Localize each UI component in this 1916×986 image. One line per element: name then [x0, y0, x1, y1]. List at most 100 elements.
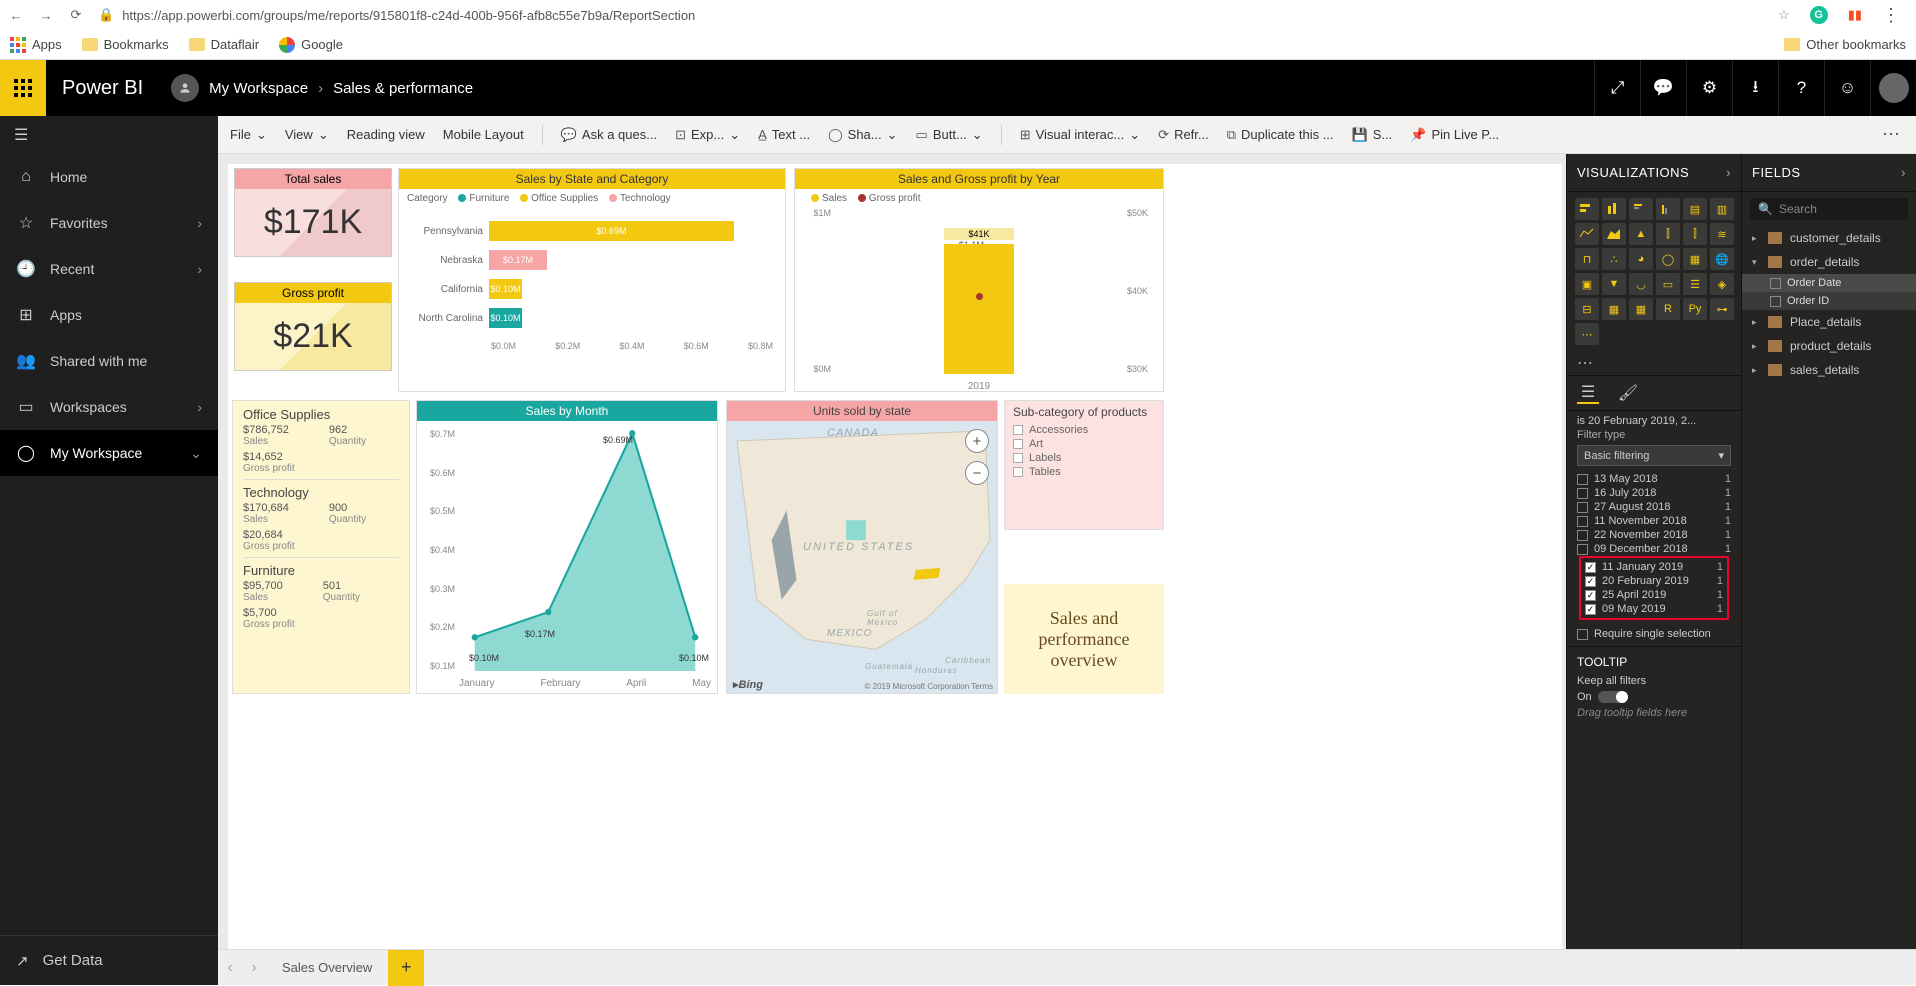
visual-units-by-state[interactable]: Units sold by state CANADA UNITED STATES… — [726, 400, 998, 694]
slicer-subcategory[interactable]: Sub-category of products Accessories Art… — [1004, 400, 1164, 530]
settings-gear-icon[interactable]: ⚙ — [1686, 60, 1732, 116]
browser-menu-icon[interactable]: ⋮ — [1882, 5, 1900, 26]
filter-value[interactable]: 27 August 20181 — [1575, 500, 1733, 514]
viz-clustered-bar-icon[interactable] — [1629, 198, 1653, 220]
ribbon-duplicate[interactable]: ⧉Duplicate this ... — [1227, 127, 1334, 143]
other-bookmarks[interactable]: Other bookmarks — [1784, 37, 1906, 52]
viz-key-influencers-icon[interactable]: ⊶ — [1710, 298, 1734, 320]
checkbox-icon[interactable] — [1577, 544, 1588, 555]
viz-clustered-column-icon[interactable] — [1656, 198, 1680, 220]
viz-100stacked-bar-icon[interactable]: ▤ — [1683, 198, 1707, 220]
filter-value[interactable]: 22 November 20181 — [1575, 528, 1733, 542]
ribbon-reading-view[interactable]: Reading view — [347, 127, 425, 142]
viz-import-icon[interactable]: ⋯ — [1575, 323, 1599, 345]
format-roller-icon[interactable]: 🖌 — [1617, 382, 1639, 404]
ribbon-visual-interactions[interactable]: ⊞Visual interac... ⌄ — [1020, 127, 1140, 143]
field-item[interactable]: Order Date — [1742, 274, 1916, 292]
visual-textbox[interactable]: Sales and performance overview — [1004, 584, 1164, 694]
viz-table-icon[interactable]: ▦ — [1602, 298, 1626, 320]
sidebar-item-favorites[interactable]: ☆Favorites› — [0, 200, 218, 246]
viz-gauge-icon[interactable]: ◡ — [1629, 273, 1653, 295]
slicer-option[interactable]: Art — [1005, 437, 1163, 451]
breadcrumb-report[interactable]: Sales & performance — [333, 80, 473, 97]
field-item[interactable]: Order ID — [1742, 292, 1916, 310]
ribbon-file[interactable]: File ⌄ — [230, 127, 267, 143]
ribbon-shapes[interactable]: ◯Sha... ⌄ — [828, 127, 897, 143]
checkbox-icon[interactable] — [1013, 453, 1023, 463]
slicer-option[interactable]: Labels — [1005, 451, 1163, 465]
viz-filled-map-icon[interactable]: ▣ — [1575, 273, 1599, 295]
tab-prev-icon[interactable]: ‹ — [218, 959, 242, 977]
checkbox-icon[interactable]: ✓ — [1585, 604, 1596, 615]
field-table[interactable]: ▸customer_details — [1742, 226, 1916, 250]
page-tab-active[interactable]: Sales Overview — [266, 950, 388, 986]
extension-icon[interactable]: ▮▮ — [1848, 7, 1862, 23]
filter-value[interactable]: ✓25 April 20191 — [1583, 588, 1725, 602]
kpi-total-sales[interactable]: Total sales $171K — [234, 168, 392, 257]
viz-scatter-icon[interactable]: ∴ — [1602, 248, 1626, 270]
checkbox-icon[interactable] — [1577, 530, 1588, 541]
viz-ribbon-icon[interactable]: ≋ — [1710, 223, 1734, 245]
zoom-out-icon[interactable]: − — [965, 461, 989, 485]
filter-value[interactable]: ✓09 May 20191 — [1583, 602, 1725, 616]
viz-multirow-card-icon[interactable]: ☰ — [1683, 273, 1707, 295]
viz-card-icon[interactable]: ▭ — [1656, 273, 1680, 295]
apps-shortcut[interactable]: Apps — [10, 37, 62, 53]
checkbox-icon[interactable] — [1770, 278, 1781, 289]
fullscreen-icon[interactable]: ⤢ — [1594, 60, 1640, 116]
sidebar-item-apps[interactable]: ⊞Apps — [0, 292, 218, 338]
zoom-in-icon[interactable]: + — [965, 429, 989, 453]
viz-waterfall-icon[interactable]: ⊓ — [1575, 248, 1599, 270]
pane-header[interactable]: VISUALIZATIONS› — [1567, 154, 1741, 192]
checkbox-icon[interactable] — [1577, 488, 1588, 499]
reload-icon[interactable]: ⟳ — [68, 7, 84, 23]
ribbon-buttons[interactable]: ▭Butt... ⌄ — [916, 127, 983, 143]
bookmark-item[interactable]: Google — [279, 37, 343, 53]
back-icon[interactable]: ← — [8, 8, 24, 23]
filter-value[interactable]: 09 December 20181 — [1575, 542, 1733, 556]
get-data-button[interactable]: ↗Get Data — [0, 935, 218, 985]
ribbon-mobile-layout[interactable]: Mobile Layout — [443, 127, 524, 142]
field-table[interactable]: ▾order_details — [1742, 250, 1916, 274]
ribbon-pin[interactable]: 📌Pin Live P... — [1410, 127, 1499, 143]
field-table[interactable]: ▸Place_details — [1742, 310, 1916, 334]
viz-funnel-icon[interactable]: ▼ — [1602, 273, 1626, 295]
viz-stacked-bar-icon[interactable] — [1575, 198, 1599, 220]
pane-header[interactable]: FIELDS› — [1742, 154, 1916, 192]
viz-r-icon[interactable]: R — [1656, 298, 1680, 320]
filter-value[interactable]: ✓11 January 20191 — [1583, 560, 1725, 574]
filter-value[interactable]: ✓20 February 20191 — [1583, 574, 1725, 588]
sidebar-item-shared[interactable]: 👥Shared with me — [0, 338, 218, 384]
checkbox-icon[interactable] — [1013, 439, 1023, 449]
bookmark-item[interactable]: Dataflair — [189, 37, 259, 52]
checkbox-icon[interactable] — [1577, 474, 1588, 485]
ribbon-view[interactable]: View ⌄ — [285, 127, 329, 143]
bookmark-item[interactable]: Bookmarks — [82, 37, 169, 52]
filter-value[interactable]: 16 July 20181 — [1575, 486, 1733, 500]
field-table[interactable]: ▸product_details — [1742, 334, 1916, 358]
ribbon-explore[interactable]: ⊡Exp... ⌄ — [675, 127, 740, 143]
map-viewport[interactable]: CANADA UNITED STATES MEXICO Gulf of Mexi… — [727, 421, 997, 693]
visual-sales-by-month[interactable]: Sales by Month $0.7M$0.6M$0.5M$0.4M$0.3M… — [416, 400, 718, 694]
breadcrumb-workspace[interactable]: My Workspace — [209, 80, 308, 97]
help-icon[interactable]: ? — [1778, 60, 1824, 116]
checkbox-icon[interactable] — [1013, 425, 1023, 435]
visual-sales-by-state[interactable]: Sales by State and Category Category Fur… — [398, 168, 786, 392]
keep-all-filters-toggle[interactable]: On — [1567, 689, 1741, 705]
tab-next-icon[interactable]: › — [242, 959, 266, 977]
grammarly-icon[interactable]: G — [1810, 6, 1828, 24]
viz-area-icon[interactable] — [1602, 223, 1626, 245]
checkbox-icon[interactable]: ✓ — [1585, 590, 1596, 601]
ribbon-refresh[interactable]: ⟳Refr... — [1158, 127, 1209, 143]
checkbox-icon[interactable]: ✓ — [1585, 576, 1596, 587]
viz-map-icon[interactable]: 🌐 — [1710, 248, 1734, 270]
add-page-button[interactable]: + — [388, 950, 424, 986]
viz-donut-icon[interactable]: ◯ — [1656, 248, 1680, 270]
app-launcher-icon[interactable] — [0, 60, 46, 116]
sidebar-item-home[interactable]: ⌂Home — [0, 154, 218, 200]
forward-icon[interactable]: → — [38, 8, 54, 23]
chevron-right-icon[interactable]: › — [1901, 165, 1906, 180]
visual-sales-gross-profit-year[interactable]: Sales and Gross profit by Year Sales Gro… — [794, 168, 1164, 392]
filter-value[interactable]: 11 November 20181 — [1575, 514, 1733, 528]
viz-more-icon[interactable]: ⋯ — [1567, 351, 1741, 375]
